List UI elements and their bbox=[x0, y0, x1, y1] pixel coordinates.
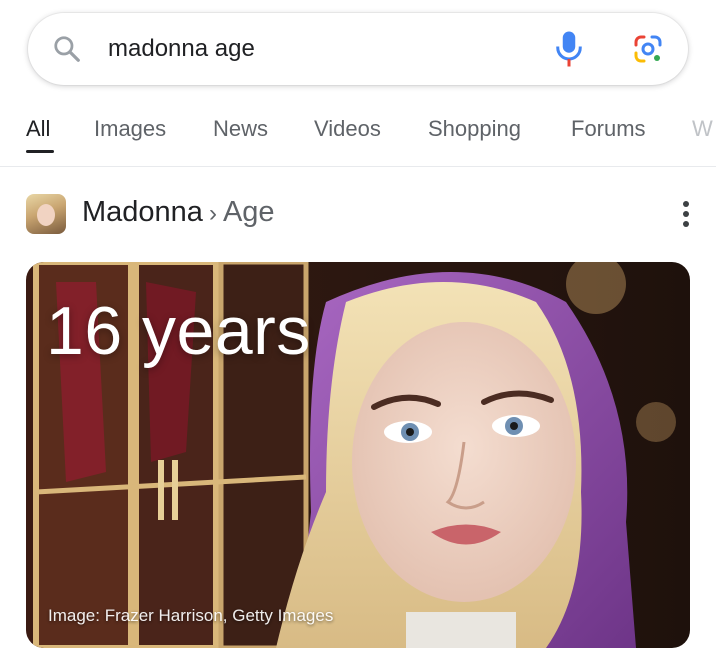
tab-forums[interactable]: Forums bbox=[571, 116, 646, 142]
entity-name[interactable]: Madonna bbox=[82, 196, 203, 228]
microphone-icon[interactable] bbox=[554, 30, 584, 68]
more-options-icon[interactable] bbox=[674, 198, 698, 230]
tab-news[interactable]: News bbox=[213, 116, 268, 142]
google-lens-icon[interactable] bbox=[632, 33, 664, 65]
image-credit: Image: Frazer Harrison, Getty Images bbox=[48, 606, 334, 625]
entity-header: Madonna › Age bbox=[26, 192, 696, 236]
tab-shopping[interactable]: Shopping bbox=[428, 116, 521, 142]
attribute-name: Age bbox=[222, 196, 275, 228]
tab-w[interactable]: W bbox=[692, 116, 713, 142]
search-icon[interactable] bbox=[52, 34, 82, 64]
tab-all[interactable]: All bbox=[26, 116, 50, 142]
breadcrumb-separator: › bbox=[208, 200, 217, 227]
breadcrumb: Madonna › Age bbox=[82, 196, 275, 229]
active-tab-indicator bbox=[26, 150, 54, 153]
tab-images[interactable]: Images bbox=[94, 116, 166, 142]
tab-videos[interactable]: Videos bbox=[314, 116, 381, 142]
search-input[interactable] bbox=[108, 31, 528, 67]
search-tabs: All Images News Videos Shopping Forums W bbox=[0, 100, 716, 167]
answer-value: 16 years bbox=[46, 293, 311, 369]
answer-card-image[interactable]: 16 years Image: Frazer Harrison, Getty I… bbox=[26, 262, 690, 648]
search-bar[interactable] bbox=[28, 13, 688, 85]
avatar[interactable] bbox=[26, 194, 66, 234]
